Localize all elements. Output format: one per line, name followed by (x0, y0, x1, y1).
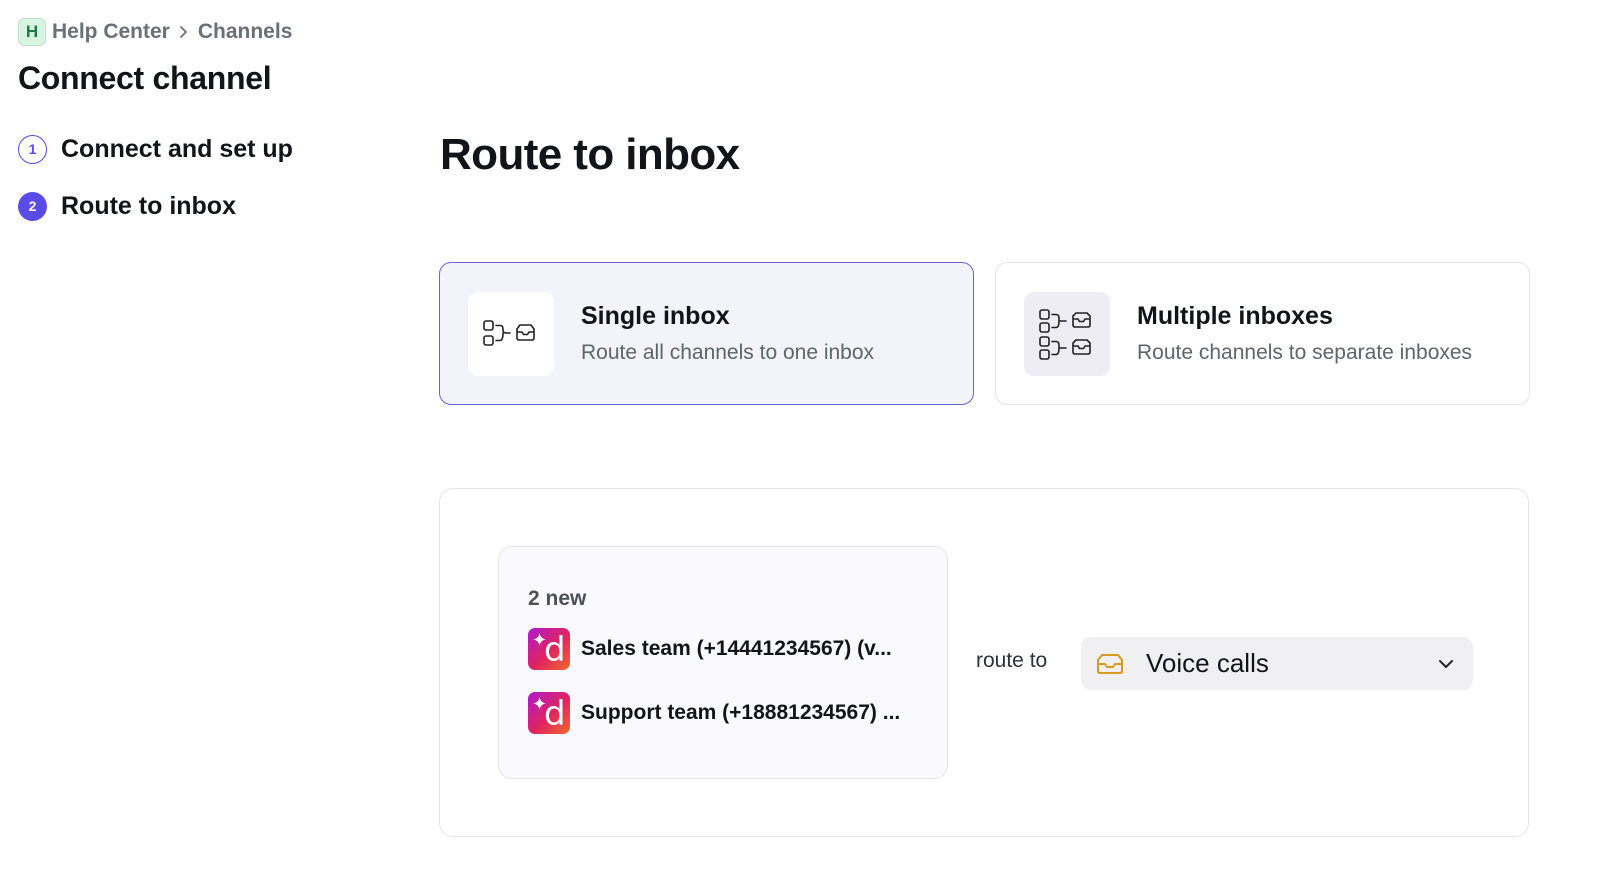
page-title: Connect channel (18, 60, 272, 96)
inbox-select-dropdown[interactable]: Voice calls (1081, 637, 1473, 690)
channel-name: Support team (+18881234567) ... (581, 701, 901, 724)
channel-name: Sales team (+14441234567) (v... (581, 637, 892, 660)
channel-item: ✦ d Sales team (+14441234567) (v... (528, 627, 947, 671)
inbox-tray-icon (1097, 653, 1123, 674)
option-title: Single inbox (581, 302, 730, 330)
breadcrumb-channels[interactable]: Channels (198, 20, 293, 44)
step-label: Connect and set up (61, 134, 293, 163)
section-title: Route to inbox (440, 130, 740, 179)
dialpad-logo-icon: ✦ d (528, 628, 570, 670)
route-to-label: route to (976, 649, 1048, 672)
multiple-inboxes-option[interactable]: Multiple inboxes Route channels to separ… (995, 262, 1530, 405)
option-description: Route all channels to one inbox (581, 341, 875, 364)
single-inbox-option[interactable]: Single inbox Route all channels to one i… (439, 262, 974, 405)
selected-inbox-value: Voice calls (1146, 648, 1269, 678)
option-description: Route channels to separate inboxes (1137, 341, 1473, 364)
step-number-2: 2 (18, 191, 47, 221)
single-route-icon (468, 291, 554, 376)
help-center-badge: H (18, 18, 46, 46)
new-count-label: 2 new (528, 587, 587, 610)
step-connect-and-set-up[interactable]: 1 Connect and set up (18, 134, 293, 164)
step-route-to-inbox[interactable]: 2 Route to inbox (18, 191, 293, 221)
multi-route-icon (1024, 291, 1110, 376)
step-number-1: 1 (18, 134, 47, 164)
chevron-down-icon (1439, 659, 1453, 668)
option-title: Multiple inboxes (1137, 302, 1333, 330)
chevron-right-icon (176, 24, 192, 40)
channel-item: ✦ d Support team (+18881234567) ... (528, 691, 947, 735)
step-label: Route to inbox (61, 191, 236, 220)
dialpad-logo-icon: ✦ d (528, 692, 570, 734)
new-channels-list: 2 new ✦ d Sales team (+14441234567) (v...… (498, 546, 948, 779)
step-list: 1 Connect and set up 2 Route to inbox (18, 134, 293, 248)
breadcrumb: H Help Center Channels (18, 18, 292, 46)
breadcrumb-help-center[interactable]: Help Center (52, 20, 170, 44)
routing-panel: 2 new ✦ d Sales team (+14441234567) (v...… (439, 488, 1529, 837)
